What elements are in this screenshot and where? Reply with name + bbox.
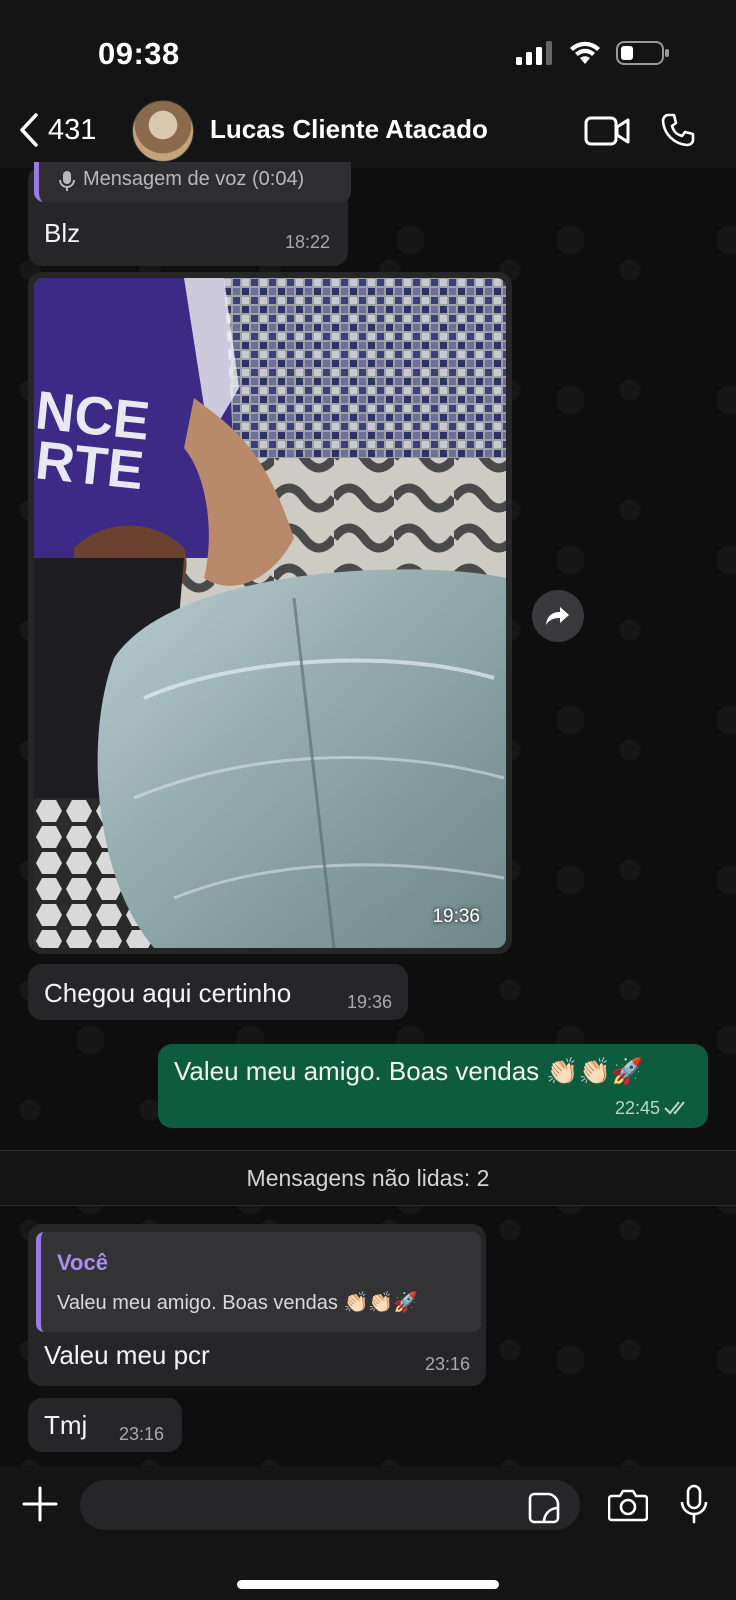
chat-header: 431 Lucas Cliente Atacado bbox=[0, 100, 736, 168]
home-indicator[interactable] bbox=[237, 1580, 499, 1589]
status-icons bbox=[516, 40, 670, 66]
message-time: 23:16 bbox=[118, 1424, 164, 1444]
forward-button[interactable] bbox=[532, 590, 584, 642]
message-input[interactable] bbox=[80, 1480, 580, 1530]
microphone-icon bbox=[59, 171, 75, 191]
video-call-icon[interactable] bbox=[584, 114, 630, 148]
status-time: 09:38 bbox=[98, 36, 180, 71]
signal-icon bbox=[516, 41, 552, 65]
sticker-icon[interactable] bbox=[528, 1492, 560, 1524]
message-text: Valeu meu amigo. Boas vendas 👏🏻👏🏻🚀 bbox=[174, 1056, 644, 1086]
message-time: 23:16 bbox=[424, 1354, 470, 1374]
svg-text:RTE: RTE bbox=[34, 430, 146, 501]
back-button[interactable]: 431 bbox=[18, 112, 96, 148]
phone-call-icon[interactable] bbox=[660, 112, 696, 148]
quoted-message[interactable]: Você Valeu meu amigo. Boas vendas 👏🏻👏🏻🚀 bbox=[36, 1232, 481, 1332]
plus-icon[interactable] bbox=[22, 1486, 58, 1522]
message-bubble-outgoing-valeu[interactable]: Valeu meu amigo. Boas vendas 👏🏻👏🏻🚀 22:45 bbox=[158, 1044, 708, 1128]
quoted-text: Valeu meu amigo. Boas vendas 👏🏻👏🏻🚀 bbox=[57, 1292, 419, 1314]
image-message-bubble[interactable]: NCE RTE 19:36 bbox=[28, 272, 512, 954]
quoted-voice-message[interactable]: Mensagem de voz (0:04) bbox=[34, 162, 351, 202]
back-chevron-icon bbox=[20, 113, 38, 147]
message-bubble-tmj[interactable]: Tmj 23:16 bbox=[28, 1398, 182, 1452]
contact-avatar[interactable] bbox=[132, 100, 194, 162]
image-attachment[interactable]: NCE RTE 19:36 bbox=[34, 278, 506, 948]
message-time: 18:22 bbox=[284, 232, 330, 252]
camera-icon[interactable] bbox=[608, 1488, 648, 1522]
image-time: 19:36 bbox=[432, 906, 480, 927]
message-bubble-reply[interactable]: Você Valeu meu amigo. Boas vendas 👏🏻👏🏻🚀 … bbox=[28, 1224, 486, 1386]
unread-separator: Mensagens não lidas: 2 bbox=[0, 1150, 736, 1206]
forward-icon bbox=[546, 607, 569, 625]
battery-icon bbox=[616, 41, 669, 65]
message-text: Blz bbox=[44, 218, 81, 248]
unread-label: Mensagens não lidas: 2 bbox=[246, 1165, 490, 1191]
message-time: 22:45 bbox=[614, 1098, 660, 1118]
message-text: Chegou aqui certinho bbox=[44, 978, 292, 1008]
photo-content: NCE RTE bbox=[34, 278, 506, 948]
read-receipt-icon bbox=[664, 1101, 685, 1115]
quoted-author: Você bbox=[57, 1250, 108, 1275]
voice-message-label: Mensagem de voz (0:04) bbox=[83, 168, 305, 190]
wifi-icon bbox=[570, 41, 600, 64]
microphone-icon[interactable] bbox=[680, 1484, 708, 1524]
message-time: 19:36 bbox=[346, 992, 392, 1012]
message-bubble-chegou[interactable]: Chegou aqui certinho 19:36 bbox=[28, 964, 408, 1020]
status-bar: 09:38 bbox=[0, 0, 736, 100]
contact-name[interactable]: Lucas Cliente Atacado bbox=[210, 114, 488, 145]
unread-chats-count: 431 bbox=[48, 113, 97, 146]
message-text: Tmj bbox=[44, 1410, 88, 1440]
message-text: Valeu meu pcr bbox=[44, 1340, 210, 1370]
